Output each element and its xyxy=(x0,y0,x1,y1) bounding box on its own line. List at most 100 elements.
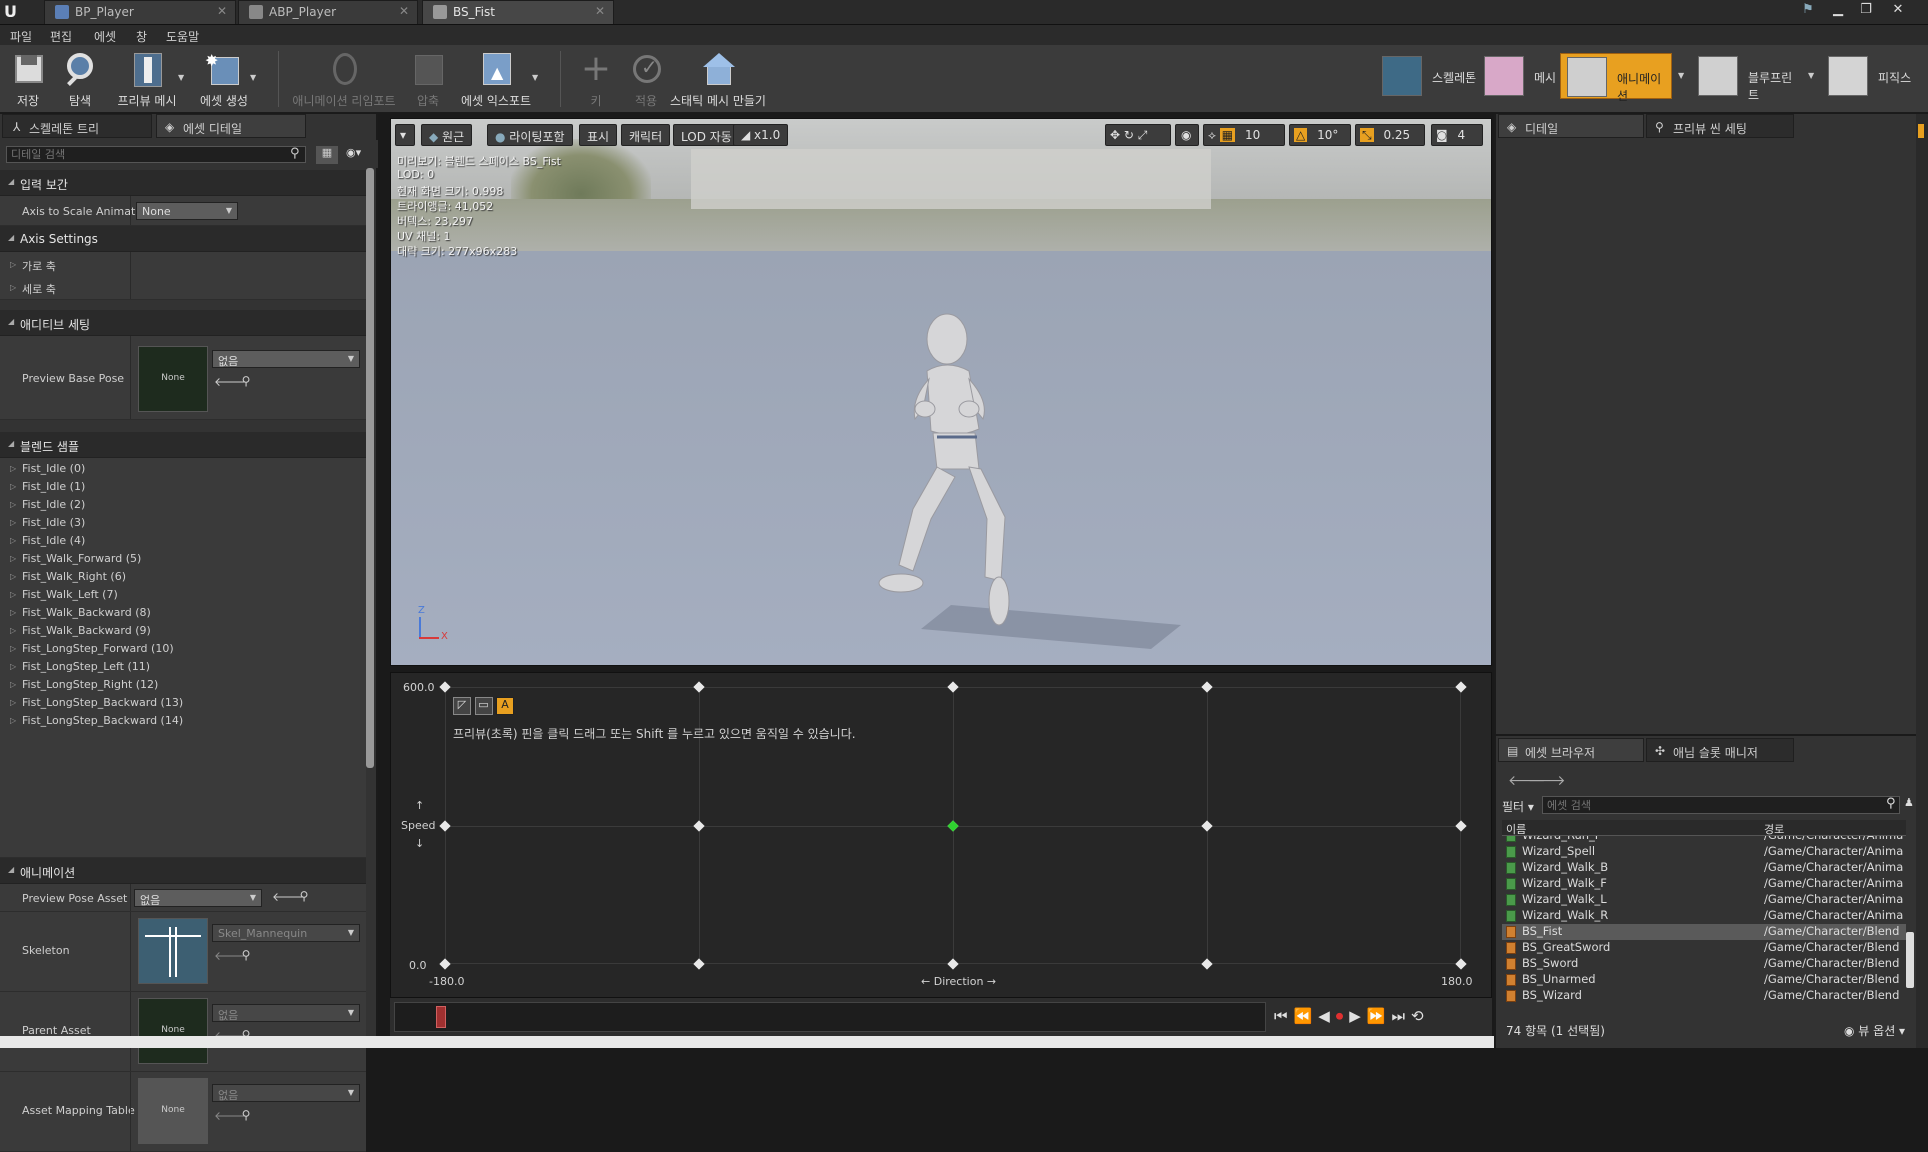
asset-row[interactable]: Wizard_Run_F/Game/Character/Anima xyxy=(1502,836,1906,844)
lod-button[interactable]: LOD 자동 xyxy=(673,124,740,146)
right-edge-scrollbar[interactable] xyxy=(1916,114,1928,1048)
rotate-icon[interactable]: ↻ xyxy=(1124,128,1134,142)
blend-sample-item[interactable]: Fist_LongStep_Right (12) xyxy=(10,678,158,691)
close-icon[interactable]: ✕ xyxy=(595,4,605,18)
search-icon[interactable]: ⚲ xyxy=(1886,796,1896,811)
chevron-down-icon[interactable]: ▼ xyxy=(1808,71,1814,80)
axis-to-scale-dropdown[interactable]: None xyxy=(136,202,238,220)
arrow-left-icon[interactable]: 🡐 xyxy=(214,374,246,390)
mapping-table-dropdown[interactable]: 없음 xyxy=(212,1084,360,1102)
mannequin-character[interactable] xyxy=(851,309,1191,649)
asset-row[interactable]: BS_Unarmed/Game/Character/Blend xyxy=(1502,972,1906,988)
asset-row[interactable]: BS_Sword/Game/Character/Blend xyxy=(1502,956,1906,972)
menu-file[interactable]: 파일 xyxy=(10,28,32,45)
apply-button[interactable]: ✓ 적용 xyxy=(624,49,668,109)
mode-skeleton[interactable]: 스켈레톤 xyxy=(1376,53,1480,99)
notify-icon[interactable]: ⚑ xyxy=(1796,2,1820,20)
menu-asset[interactable]: 에셋 xyxy=(94,28,116,45)
animation-name-icon[interactable]: A xyxy=(496,697,514,715)
perspective-button[interactable]: ◆ 원근 xyxy=(421,124,473,146)
person-icon[interactable]: ♟ xyxy=(1904,796,1914,809)
browse-icon[interactable]: ⚲ xyxy=(238,948,254,964)
section-blend-samples[interactable]: 블렌드 샘플 xyxy=(0,432,366,458)
asset-list-scrollbar[interactable] xyxy=(1906,932,1914,988)
mode-mesh[interactable]: 메시 xyxy=(1478,53,1558,99)
chevron-down-icon[interactable]: ▼ xyxy=(532,73,538,82)
unreal-logo-icon[interactable]: U xyxy=(4,2,24,22)
scale-snap-icon[interactable]: ⤡ xyxy=(1360,128,1374,142)
scale-snap-value[interactable]: 0.25 xyxy=(1383,128,1410,142)
scale-icon[interactable]: ⤢ xyxy=(1138,128,1148,142)
playhead[interactable] xyxy=(436,1006,446,1028)
browse-icon[interactable]: ⚲ xyxy=(238,374,254,390)
preview-pose-dropdown[interactable]: 없음 xyxy=(134,889,262,907)
section-axis-settings[interactable]: Axis Settings xyxy=(0,226,366,252)
tab-details[interactable]: ◈ 디테일 xyxy=(1498,114,1644,138)
tab-anim-slot-manager[interactable]: ✣ 애님 슬롯 매니저 xyxy=(1646,738,1794,762)
playback-speed-button[interactable]: ◢ x1.0 xyxy=(733,124,789,146)
grid-snap-icon[interactable]: ▦ xyxy=(1219,128,1236,142)
blend-sample-item[interactable]: Fist_LongStep_Forward (10) xyxy=(10,642,174,655)
camera-speed-value[interactable]: 4 xyxy=(1457,128,1465,142)
blend-sample-item[interactable]: Fist_Idle (3) xyxy=(10,516,85,529)
triangulation-icon[interactable]: ◸ xyxy=(453,697,471,715)
step-back-icon[interactable]: ⏪ xyxy=(1294,1007,1319,1025)
parent-asset-dropdown[interactable]: 없음 xyxy=(212,1004,360,1022)
base-pose-dropdown[interactable]: 없음 xyxy=(212,350,360,368)
blend-sample-item[interactable]: Fist_LongStep_Backward (13) xyxy=(10,696,183,709)
skeleton-dropdown[interactable]: Skel_Mannequin xyxy=(212,924,360,942)
character-button[interactable]: 캐릭터 xyxy=(621,124,671,146)
rotation-snap-value[interactable]: 10° xyxy=(1317,128,1338,142)
play-icon[interactable]: ▶ xyxy=(1349,1007,1367,1025)
blendspace-editor[interactable]: ◸ ▭ A 프리뷰(초록) 핀을 클릭 드래그 또는 Shift 를 누르고 있… xyxy=(390,672,1492,998)
menu-window[interactable]: 창 xyxy=(136,28,147,45)
menu-help[interactable]: 도움말 xyxy=(166,28,199,45)
mode-blueprint[interactable]: 블루프린트 xyxy=(1692,53,1802,102)
section-animation[interactable]: 애니메이션 xyxy=(0,858,366,884)
chevron-down-icon[interactable]: ▼ xyxy=(250,73,256,82)
label-icon[interactable]: ▭ xyxy=(474,697,493,715)
export-asset-button[interactable]: ▲ 에셋 익스포트 xyxy=(456,49,536,109)
preview-mesh-button[interactable]: 프리뷰 메시 xyxy=(110,49,184,109)
section-input-interp[interactable]: 입력 보간 xyxy=(0,170,366,196)
browse-icon[interactable]: ⚲ xyxy=(238,1108,254,1124)
menu-edit[interactable]: 편집 xyxy=(50,28,72,45)
tree-horizontal-axis[interactable]: 가로 축 xyxy=(10,258,56,274)
details-search-input[interactable] xyxy=(6,146,306,163)
asset-row[interactable]: Wizard_Walk_F/Game/Character/Anima xyxy=(1502,876,1906,892)
blend-sample-item[interactable]: Fist_Walk_Forward (5) xyxy=(10,552,141,565)
forward-arrow-icon[interactable]: 🡒 xyxy=(1528,772,1566,789)
browse-button[interactable]: 탐색 xyxy=(58,49,102,109)
tab-bp-player[interactable]: BP_Player ✕ xyxy=(44,0,236,24)
tab-preview-scene[interactable]: ⚲ 프리뷰 씬 세팅 xyxy=(1646,114,1794,138)
arrow-left-icon[interactable]: 🡐 xyxy=(214,1108,246,1124)
asset-row[interactable]: Wizard_Walk_L/Game/Character/Anima xyxy=(1502,892,1906,908)
search-icon[interactable]: ⚲ xyxy=(290,146,300,161)
base-pose-thumbnail[interactable]: None xyxy=(138,346,208,412)
col-name-header[interactable]: 이름 xyxy=(1506,821,1526,837)
chevron-down-icon[interactable]: ▼ xyxy=(178,73,184,82)
blend-sample-item[interactable]: Fist_Walk_Left (7) xyxy=(10,588,118,601)
tab-bs-fist[interactable]: BS_Fist ✕ xyxy=(422,0,614,24)
reimport-button[interactable]: 애니메이션 리임포트 xyxy=(288,49,400,109)
compress-button[interactable]: 압축 xyxy=(406,49,450,109)
blend-sample-item[interactable]: Fist_Idle (0) xyxy=(10,462,85,475)
asset-row[interactable]: BS_Wizard/Game/Character/Blend xyxy=(1502,988,1906,1004)
blend-sample-item[interactable]: Fist_Walk_Backward (8) xyxy=(10,606,151,619)
tab-abp-player[interactable]: ABP_Player ✕ xyxy=(238,0,418,24)
skeleton-thumbnail[interactable] xyxy=(138,918,208,984)
blend-sample-item[interactable]: Fist_Idle (4) xyxy=(10,534,85,547)
play-reverse-icon[interactable]: ◀ xyxy=(1318,1007,1336,1025)
minimize-button[interactable]: ▁ xyxy=(1826,2,1850,20)
grid-snap-value[interactable]: 10 xyxy=(1245,128,1260,142)
asset-row[interactable]: Wizard_Walk_R/Game/Character/Anima xyxy=(1502,908,1906,924)
col-path-header[interactable]: 경로 xyxy=(1764,821,1784,837)
chevron-down-icon[interactable]: ▼ xyxy=(1678,71,1684,80)
restore-button[interactable]: ❐ xyxy=(1854,2,1878,20)
timeline-track[interactable] xyxy=(394,1002,1266,1032)
rotation-snap-icon[interactable]: △ xyxy=(1294,128,1308,142)
skip-start-icon[interactable]: ⏮ xyxy=(1274,1007,1294,1025)
filter-button[interactable]: 필터 ▾ xyxy=(1502,798,1534,815)
asset-row[interactable]: Wizard_Spell/Game/Character/Anima xyxy=(1502,844,1906,860)
asset-row[interactable]: Wizard_Walk_B/Game/Character/Anima xyxy=(1502,860,1906,876)
